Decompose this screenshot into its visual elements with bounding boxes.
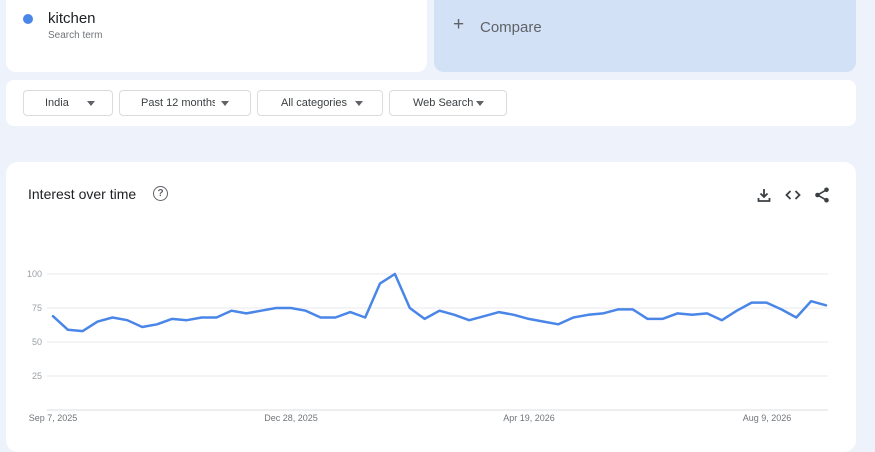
x-tick-label: Dec 28, 2025	[264, 413, 318, 423]
y-tick-label: 100	[27, 269, 42, 279]
time-range-filter[interactable]: Past 12 months	[119, 90, 251, 116]
search-term-subtitle: Search term	[48, 30, 102, 41]
time-range-filter-label: Past 12 months	[141, 97, 215, 109]
region-filter[interactable]: India	[23, 90, 113, 116]
search-type-filter-label: Web Search	[413, 97, 473, 109]
filter-bar: India Past 12 months All categories Web …	[6, 80, 856, 126]
caret-down-icon	[476, 101, 484, 106]
interest-over-time-card: Interest over time ? 255075100Sep 7, 202…	[6, 162, 856, 452]
series-line-kitchen	[53, 274, 826, 331]
x-tick-label: Apr 19, 2026	[503, 413, 555, 423]
category-filter-label: All categories	[281, 97, 349, 109]
caret-down-icon	[355, 101, 363, 106]
category-filter[interactable]: All categories	[257, 90, 383, 116]
search-type-filter[interactable]: Web Search	[389, 90, 507, 116]
term-color-dot	[23, 14, 33, 24]
y-tick-label: 50	[32, 337, 42, 347]
caret-down-icon	[87, 101, 95, 106]
plus-icon: +	[453, 15, 464, 35]
region-filter-label: India	[45, 97, 69, 109]
compare-button[interactable]: + Compare	[434, 0, 856, 72]
y-tick-label: 75	[32, 303, 42, 313]
search-term-card[interactable]: kitchen Search term	[6, 0, 427, 72]
search-term-name: kitchen	[48, 10, 96, 27]
y-tick-label: 25	[32, 371, 42, 381]
caret-down-icon	[221, 101, 229, 106]
x-tick-label: Sep 7, 2025	[29, 413, 78, 423]
x-tick-label: Aug 9, 2026	[743, 413, 792, 423]
interest-line-chart: 25 50 75 100 Sep 7, 2025 Dec 28, 2025 Apr 19, …	[6, 162, 856, 452]
compare-label: Compare	[480, 19, 542, 36]
